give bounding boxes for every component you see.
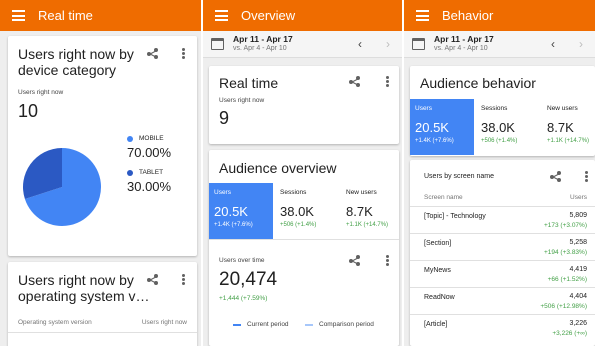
calendar-icon xyxy=(211,38,224,50)
metrics-row: Users 20.5K +1.4K (+7.6%) Sessions 38.0K… xyxy=(209,183,399,240)
metric-sessions[interactable]: Sessions 38.0K +506 (+1.4%) xyxy=(275,183,339,239)
current-period-swatch xyxy=(233,323,241,326)
menu-icon[interactable] xyxy=(416,10,429,21)
date-range-bar[interactable]: Apr 11 - Apr 17 vs. Apr 4 - Apr 10 ‹ › xyxy=(404,31,595,58)
metric-users[interactable]: Users 20.5K +1.4K (+7.6%) xyxy=(209,183,273,239)
tablet-percent: 30.00% xyxy=(127,179,172,194)
audience-overview-card: Audience overview Users 20.5K +1.4K (+7.… xyxy=(209,150,399,346)
legend-comparison-period: Comparison period xyxy=(305,321,374,328)
date-range: Apr 11 - Apr 17 xyxy=(434,34,494,44)
metric-new-users[interactable]: New users 8.7K +1.1K (+14.7%) xyxy=(542,99,595,155)
menu-icon[interactable] xyxy=(215,10,228,21)
more-options-icon[interactable] xyxy=(585,171,588,182)
behavior-panel: Behavior Apr 11 - Apr 17 vs. Apr 4 - Apr… xyxy=(404,0,595,346)
metric-new-users[interactable]: New users 8.7K +1.1K (+14.7%) xyxy=(341,183,399,239)
share-icon[interactable] xyxy=(147,48,158,59)
users-right-now-label: Users right now xyxy=(219,97,265,104)
share-icon[interactable] xyxy=(349,255,360,266)
chevron-left-icon[interactable]: ‹ xyxy=(551,37,555,51)
more-options-icon[interactable] xyxy=(386,255,389,266)
card-title: Users right now by operating system v… xyxy=(18,272,150,304)
card-title: Real time xyxy=(219,75,279,91)
device-pie-chart xyxy=(22,148,101,226)
app-bar: Overview xyxy=(203,0,402,31)
compare-range: vs. Apr 4 - Apr 10 xyxy=(434,45,488,52)
users-over-time-value: 20,474 xyxy=(219,269,278,290)
comparison-period-swatch xyxy=(305,323,313,326)
divider xyxy=(8,332,197,333)
users-right-now-value: 10 xyxy=(18,101,39,121)
chevron-right-icon[interactable]: › xyxy=(386,37,390,51)
column-header-users: Users right now xyxy=(141,319,187,326)
mobile-percent: 70.00% xyxy=(127,145,172,160)
table-title: Users by screen name xyxy=(424,173,495,180)
card-title: Audience overview xyxy=(219,160,337,176)
column-header-screen-name: Screen name xyxy=(424,194,463,201)
realtime-card[interactable]: Real time Users right now 9 xyxy=(209,66,399,144)
app-bar-title: Real time xyxy=(38,8,93,23)
column-header-users: Users xyxy=(570,194,587,201)
metric-sessions[interactable]: Sessions 38.0K +506 (+1.4%) xyxy=(476,99,540,155)
users-right-now-value: 9 xyxy=(219,108,230,128)
card-title: Users right now by device category xyxy=(18,46,134,78)
more-options-icon[interactable] xyxy=(386,76,389,87)
app-bar-title: Behavior xyxy=(442,8,494,23)
tablet-dot-icon xyxy=(127,169,133,176)
share-icon[interactable] xyxy=(147,274,158,285)
users-over-time-delta: +1,444 (+7.59%) xyxy=(219,295,268,302)
card-title: Audience behavior xyxy=(420,75,536,91)
table-row[interactable]: ReadNow 4,404 +506 (+12.98%) xyxy=(410,287,595,314)
metrics-row: Users 20.5K +1.4K (+7.6%) Sessions 38.0K… xyxy=(410,99,595,156)
share-icon[interactable] xyxy=(349,76,360,87)
metric-users[interactable]: Users 20.5K +1.4K (+7.6%) xyxy=(410,99,474,155)
table-row[interactable]: MyNews 4,419 +66 (+1.52%) xyxy=(410,260,595,287)
app-bar-title: Overview xyxy=(241,8,296,23)
table-row[interactable]: [Topic] - Technology 5,809 +173 (+3.07%) xyxy=(410,206,595,233)
mobile-dot-icon xyxy=(127,135,133,142)
table-row[interactable]: [Article] 3,226 +3,226 (+∞) xyxy=(410,314,595,341)
share-icon[interactable] xyxy=(550,171,561,182)
users-by-screen-card: Users by screen name Screen name Users [… xyxy=(410,160,595,346)
operating-system-card: Users right now by operating system v… O… xyxy=(8,262,197,346)
realtime-panel: Real time Users right now by device cate… xyxy=(0,0,201,346)
app-bar: Behavior xyxy=(404,0,595,31)
pie-legend: MOBILE 70.00% TABLET 30.00% xyxy=(127,135,171,194)
date-range-bar[interactable]: Apr 11 - Apr 17 vs. Apr 4 - Apr 10 ‹ › xyxy=(203,31,402,58)
chevron-right-icon[interactable]: › xyxy=(579,37,583,51)
legend-current-period: Current period xyxy=(233,321,289,328)
compare-range: vs. Apr 4 - Apr 10 xyxy=(233,45,287,52)
calendar-icon xyxy=(412,38,425,50)
legend-item-tablet: TABLET xyxy=(127,169,171,176)
date-range: Apr 11 - Apr 17 xyxy=(233,34,293,44)
table-row[interactable]: [Section] 5,258 +194 (+3.83%) xyxy=(410,233,595,260)
more-options-icon[interactable] xyxy=(182,274,185,285)
column-header-os-version: Operating system version xyxy=(18,319,92,326)
users-right-now-label: Users right now xyxy=(18,89,64,96)
app-bar: Real time xyxy=(0,0,201,31)
more-options-icon[interactable] xyxy=(182,48,185,59)
device-category-card: Users right now by device category Users… xyxy=(8,36,197,256)
menu-icon[interactable] xyxy=(12,10,25,21)
users-over-time-label: Users over time xyxy=(219,257,265,264)
audience-behavior-card: Audience behavior Users 20.5K +1.4K (+7.… xyxy=(410,66,595,156)
overview-panel: Overview Apr 11 - Apr 17 vs. Apr 4 - Apr… xyxy=(203,0,402,346)
legend-item-mobile: MOBILE xyxy=(127,135,171,142)
chevron-left-icon[interactable]: ‹ xyxy=(358,37,362,51)
